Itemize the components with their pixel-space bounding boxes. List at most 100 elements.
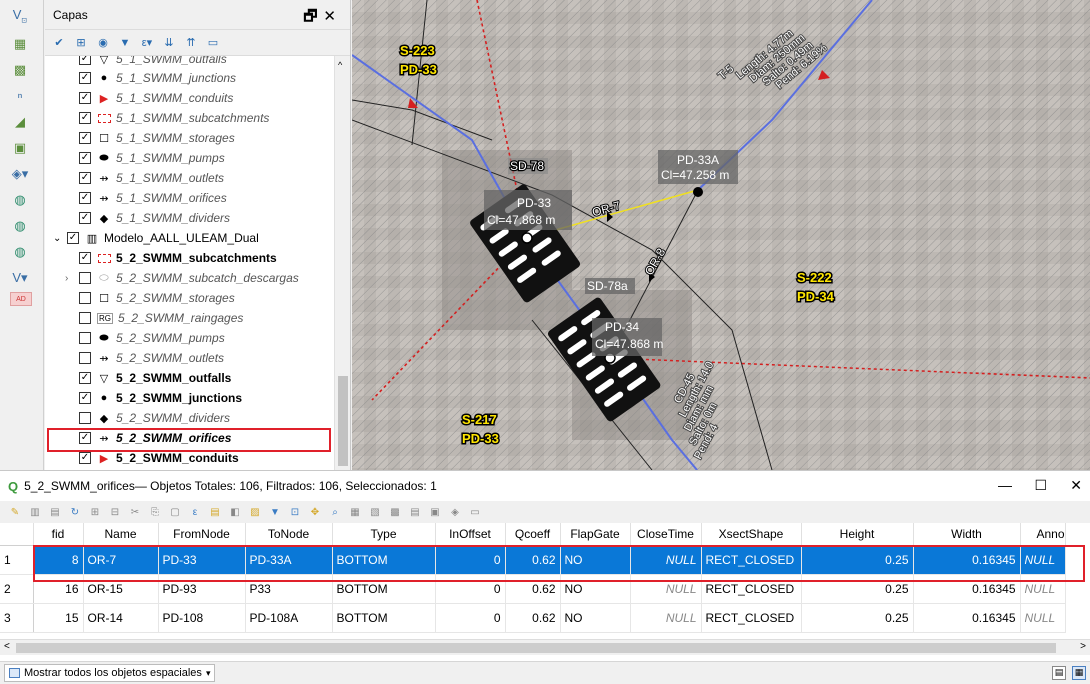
add-wms-icon[interactable]: ◍ — [10, 190, 30, 210]
cell-name[interactable]: OR-15 — [83, 574, 159, 604]
row-number[interactable]: 3 — [0, 603, 34, 633]
cell-flapgate[interactable]: NO — [560, 574, 631, 604]
layer-checkbox[interactable]: ✓ — [79, 92, 91, 104]
layer-checkbox[interactable]: ✓ — [79, 152, 91, 164]
cell-flapgate[interactable]: NO — [560, 603, 631, 633]
select-all-icon[interactable]: ▤ — [208, 505, 222, 519]
column-header[interactable]: Qcoeff — [505, 523, 561, 546]
style-manager-icon[interactable]: ✔ — [51, 35, 67, 51]
cell-anno[interactable]: NULL — [1020, 603, 1066, 633]
new-layer-icon[interactable]: V▾ — [10, 268, 30, 288]
layer-checkbox[interactable]: ✓ — [79, 112, 91, 124]
save-edits-icon[interactable]: ▤ — [48, 505, 62, 519]
add-virtual-layer-icon[interactable]: ◈▾ — [10, 164, 30, 184]
layer-row[interactable]: ✓ ◆ 5_1_SWMM_dividers — [79, 208, 230, 228]
column-header[interactable]: XsectShape — [701, 523, 802, 546]
cell-name[interactable]: OR-7 — [83, 545, 159, 575]
filter-icon[interactable]: ▼ — [268, 505, 282, 519]
layer-checkbox[interactable]: ✓ — [79, 132, 91, 144]
layer-row[interactable]: ✓ ● 5_1_SWMM_junctions — [79, 68, 236, 88]
chevron-down-icon[interactable]: ⌄ — [53, 233, 67, 244]
cell-qcoeff[interactable]: 0.62 — [505, 603, 561, 633]
layer-row[interactable]: ✓ ● 5_2_SWMM_junctions — [79, 388, 242, 408]
cell-xsectshape[interactable]: RECT_CLOSED — [701, 603, 802, 633]
layer-row[interactable]: ✓ ⇸ 5_1_SWMM_outlets — [79, 168, 224, 188]
cell-qcoeff[interactable]: 0.62 — [505, 545, 561, 575]
maximize-icon[interactable]: ☐ — [1034, 477, 1047, 494]
add-vector-layer-icon[interactable]: V⊡ — [10, 6, 30, 26]
cell-height[interactable]: 0.25 — [801, 574, 914, 604]
filter-expression-icon[interactable]: ε▾ — [139, 35, 155, 51]
cell-width[interactable]: 0.16345 — [913, 603, 1021, 633]
column-header[interactable]: fid — [33, 523, 84, 546]
cell-width[interactable]: 0.16345 — [913, 545, 1021, 575]
layer-row[interactable]: ☐ 5_2_SWMM_storages — [79, 288, 235, 308]
visibility-icon[interactable]: ◉ — [95, 35, 111, 51]
column-header[interactable]: Type — [332, 523, 436, 546]
layer-row[interactable]: ✓ 5_2_SWMM_subcatchments — [79, 248, 277, 268]
copy-icon[interactable]: ⎘ — [148, 505, 162, 519]
node-pd33a[interactable] — [693, 187, 703, 197]
layer-checkbox[interactable] — [79, 292, 91, 304]
minimize-icon[interactable]: — — [998, 477, 1012, 493]
remove-layer-icon[interactable]: ▭ — [205, 35, 221, 51]
layer-group-row[interactable]: ⌄ ✓ ▥ Modelo_AALL_ULEAM_Dual — [53, 228, 259, 248]
cell-fid[interactable]: 16 — [33, 574, 84, 604]
column-header[interactable]: InOffset — [435, 523, 506, 546]
collapse-all-icon[interactable]: ⇈ — [183, 35, 199, 51]
layer-row[interactable]: ◆ 5_2_SWMM_dividers — [79, 408, 230, 428]
cell-fid[interactable]: 15 — [33, 603, 84, 633]
table-row[interactable]: 2 16 OR-15 PD-93 P33 BOTTOM 0 0.62 NO NU… — [0, 574, 1066, 604]
deselect-icon[interactable]: ▨ — [248, 505, 262, 519]
column-header[interactable]: Anno — [1020, 523, 1066, 546]
layer-checkbox[interactable]: ✓ — [79, 212, 91, 224]
cell-fid[interactable]: 8 — [33, 545, 84, 575]
layer-checkbox[interactable] — [79, 332, 91, 344]
close-icon[interactable]: ✕ — [1070, 477, 1082, 494]
cell-closetime[interactable]: NULL — [630, 545, 702, 575]
add-spatialite-icon[interactable]: ◢ — [10, 112, 30, 132]
layer-row[interactable]: RG 5_2_SWMM_raingages — [79, 308, 243, 328]
pan-to-selection-icon[interactable]: ✥ — [308, 505, 322, 519]
new-field-icon[interactable]: ▦ — [348, 505, 362, 519]
cell-width[interactable]: 0.16345 — [913, 574, 1021, 604]
table-view-toggle-icon[interactable]: ▦ — [1072, 666, 1086, 680]
add-raster-layer-icon[interactable]: ▦ — [10, 34, 30, 54]
cell-height[interactable]: 0.25 — [801, 603, 914, 633]
add-postgis-icon[interactable]: ▣ — [10, 138, 30, 158]
layer-checkbox[interactable]: ✓ — [79, 172, 91, 184]
field-calculator-icon[interactable]: ▩ — [388, 505, 402, 519]
add-group-icon[interactable]: ⊞ — [73, 35, 89, 51]
column-header[interactable]: Height — [801, 523, 914, 546]
layer-row[interactable]: ⇸ 5_2_SWMM_outlets — [79, 348, 224, 368]
add-mesh-layer-icon[interactable]: ▩ — [10, 60, 30, 80]
invert-selection-icon[interactable]: ◧ — [228, 505, 242, 519]
layer-checkbox[interactable]: ✓ — [79, 372, 91, 384]
layer-row[interactable]: ⬬ 5_2_SWMM_pumps — [79, 328, 225, 348]
cell-type[interactable]: BOTTOM — [332, 603, 436, 633]
layer-row[interactable]: ✓ ☐ 5_1_SWMM_storages — [79, 128, 235, 148]
cell-anno[interactable]: NULL — [1020, 574, 1066, 604]
move-selection-top-icon[interactable]: ⊡ — [288, 505, 302, 519]
chevron-right-icon[interactable]: › — [65, 273, 79, 284]
dock-icon[interactable]: ▣ — [428, 505, 442, 519]
layer-checkbox[interactable] — [79, 312, 91, 324]
filter-legend-icon[interactable]: ▼ — [117, 35, 133, 51]
cell-closetime[interactable]: NULL — [630, 603, 702, 633]
cell-fromnode[interactable]: PD-33 — [158, 545, 246, 575]
column-header[interactable]: FlapGate — [560, 523, 631, 546]
cell-fromnode[interactable]: PD-93 — [158, 574, 246, 604]
multi-edit-icon[interactable]: ▥ — [28, 505, 42, 519]
cell-type[interactable]: BOTTOM — [332, 574, 436, 604]
map-svg[interactable]: S-223 PD-33 S-222 PD-34 S-217 PD-33 SD-7… — [352, 0, 1090, 470]
delete-feature-icon[interactable]: ⊟ — [108, 505, 122, 519]
cell-closetime[interactable]: NULL — [630, 574, 702, 604]
layer-checkbox[interactable] — [79, 412, 91, 424]
layer-row[interactable]: ✓ ⬬ 5_1_SWMM_pumps — [79, 148, 225, 168]
cell-xsectshape[interactable]: RECT_CLOSED — [701, 574, 802, 604]
cell-inoffset[interactable]: 0 — [435, 574, 506, 604]
map-canvas[interactable]: S-223 PD-33 S-222 PD-34 S-217 PD-33 SD-7… — [352, 0, 1090, 470]
layer-checkbox[interactable]: ✓ — [79, 252, 91, 264]
add-wcs-icon[interactable]: ◍ — [10, 242, 30, 262]
scrollbar-thumb[interactable] — [16, 643, 1056, 653]
